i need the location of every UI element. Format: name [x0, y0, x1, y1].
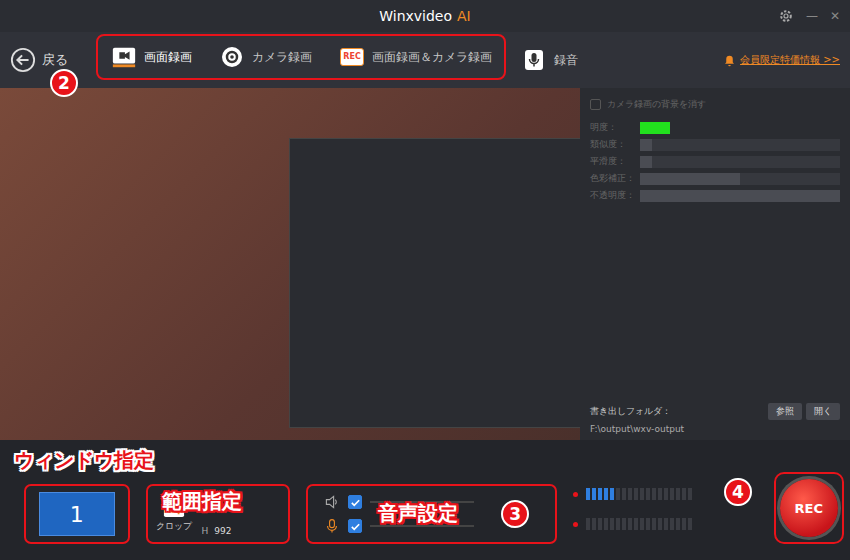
gear-icon[interactable]	[778, 8, 794, 24]
step-badge: 2	[50, 69, 78, 97]
app-window: WinxvideoAI—✕戻る2画面録画カメラ録画REC画面録画＆カメラ録画録音…	[0, 0, 850, 560]
output-path: F:\output\wxv-output	[590, 424, 840, 434]
annotation-label: ウィンドウ指定	[14, 447, 154, 474]
preview-frame	[289, 138, 580, 428]
annotation-label: 音声設定	[378, 500, 458, 527]
setting-row: 類似度：	[590, 138, 840, 151]
remove-background-option[interactable]: カメラ録画の背景を消す	[590, 98, 840, 111]
setting-row: 不透明度：	[590, 189, 840, 202]
window-select[interactable]: 1	[24, 484, 130, 544]
back-button[interactable]: 戻る2	[10, 47, 82, 73]
title-bar: WinxvideoAI—✕	[0, 0, 850, 32]
window-control-button[interactable]: —	[806, 9, 818, 23]
window-controls: —✕	[778, 0, 840, 32]
color-swatch[interactable]	[640, 122, 670, 134]
setting-slider[interactable]	[640, 173, 840, 185]
setting-slider[interactable]	[640, 190, 840, 202]
rec-frame: REC	[774, 472, 844, 544]
level-meters	[573, 488, 692, 530]
audio-checkbox[interactable]	[348, 495, 362, 509]
setting-row: 平滑度：	[590, 155, 840, 168]
window-control-button[interactable]: ✕	[830, 9, 840, 23]
crop-dimensions: H992	[202, 526, 232, 542]
step-badge: 4	[724, 478, 751, 506]
tab-icon	[218, 44, 246, 70]
output-button[interactable]: 開く	[806, 403, 840, 420]
microphone-icon	[324, 518, 340, 534]
range-select[interactable]: クロップH992範囲指定	[146, 484, 291, 544]
check-icon	[350, 521, 361, 532]
tab-icon: REC	[338, 44, 366, 70]
setting-row: 色彩補正：	[590, 172, 840, 185]
promo-link[interactable]: 会員限定特価情報 >>	[723, 53, 840, 67]
annotation-label: 範囲指定	[162, 488, 242, 515]
camera-panel: カメラ録画の背景を消す明度：類似度：平滑度：色彩補正：不透明度：書き出しフォルダ…	[580, 88, 850, 440]
check-icon	[350, 497, 361, 508]
recording-preview	[0, 88, 580, 440]
output-folder: 書き出しフォルダ：参照開くF:\output\wxv-output	[590, 403, 840, 434]
microphone-icon	[521, 48, 547, 72]
mode-tabs: 画面録画カメラ録画 REC画面録画＆カメラ録画	[96, 34, 506, 80]
setting-slider[interactable]	[640, 139, 840, 151]
mode-tab[interactable]: カメラ録画	[218, 44, 312, 70]
output-button[interactable]: 参照	[768, 403, 802, 420]
toolbar: 戻る2 画面録画カメラ録画 REC画面録画＆カメラ録画 録音 会員限定特価情報 >>	[0, 32, 850, 88]
rec-icon: REC	[340, 48, 364, 66]
level-meter	[573, 518, 692, 530]
mode-tab[interactable]: REC画面録画＆カメラ録画	[338, 44, 492, 70]
speaker-icon	[324, 494, 340, 510]
setting-slider[interactable]	[640, 156, 840, 168]
tab-icon	[520, 47, 548, 73]
checkbox[interactable]	[590, 99, 601, 110]
height-field[interactable]: 992	[214, 526, 231, 536]
screen-record-icon	[111, 45, 137, 69]
audio-record-tab[interactable]: 録音	[520, 47, 578, 73]
camera-settings: 明度： 類似度： 平滑度： 色彩補正： 不透明度：	[590, 121, 840, 202]
back-arrow-icon	[10, 47, 36, 73]
rec-button[interactable]: REC	[780, 479, 838, 537]
main-area: カメラ録画の背景を消す明度：類似度：平滑度：色彩補正：不透明度：書き出しフォルダ…	[0, 88, 850, 440]
audio-settings: 音声設定 3	[306, 484, 557, 544]
window-title: WinxvideoAI	[379, 8, 471, 24]
tab-icon	[110, 44, 138, 70]
audio-checkbox[interactable]	[348, 519, 362, 533]
level-meter	[573, 488, 692, 500]
setting-row: 明度：	[590, 121, 840, 134]
bell-icon	[723, 54, 736, 67]
mode-tab[interactable]: 画面録画	[110, 44, 192, 70]
camera-icon	[219, 45, 245, 69]
monitor-button[interactable]: 1	[39, 492, 115, 536]
step-badge: 3	[501, 500, 529, 528]
